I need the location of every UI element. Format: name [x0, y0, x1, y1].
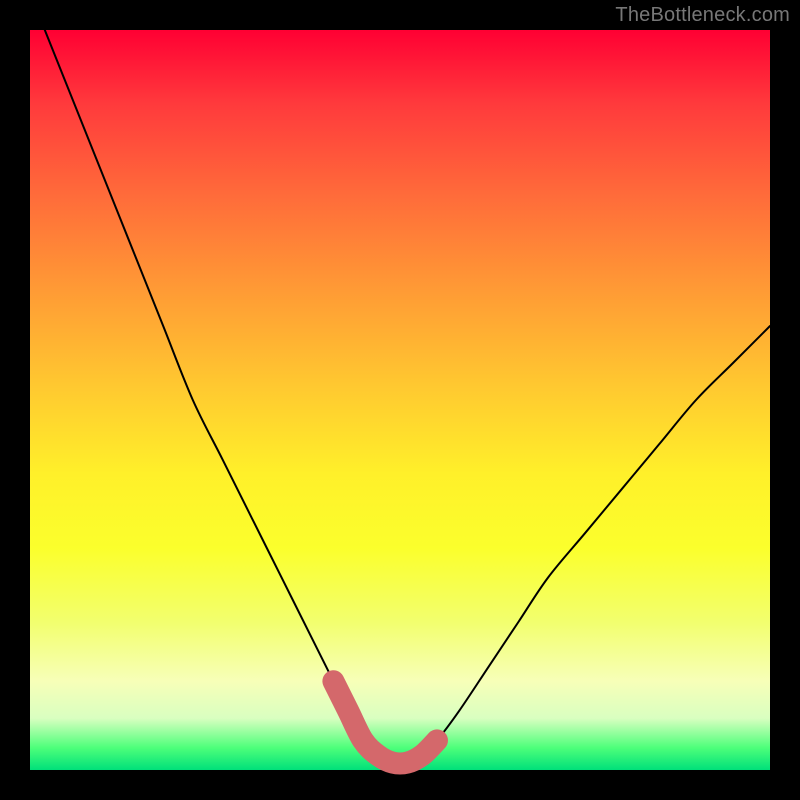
bottleneck-curve-path — [45, 30, 770, 764]
curve-layer — [30, 30, 770, 770]
watermark-text: TheBottleneck.com — [615, 4, 790, 27]
bottom-band — [333, 681, 437, 763]
plot-area — [30, 30, 770, 770]
bottleneck-curve — [45, 30, 770, 764]
chart-frame: TheBottleneck.com — [0, 0, 800, 800]
bottom-band-path — [333, 681, 437, 763]
